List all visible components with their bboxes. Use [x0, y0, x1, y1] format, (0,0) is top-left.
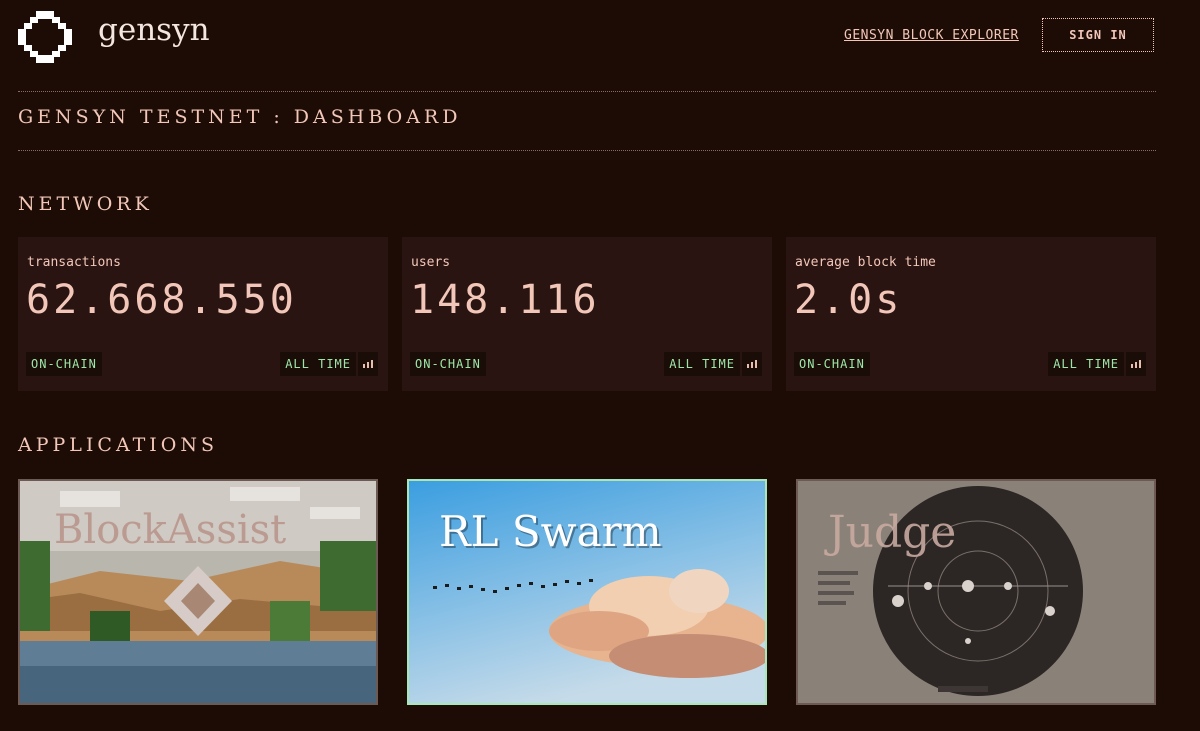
- stat-value: 62.668.550: [26, 277, 297, 323]
- range-tag[interactable]: ALL TIME: [1048, 352, 1124, 376]
- bar-chart-icon[interactable]: [1126, 352, 1146, 376]
- page-title: GENSYN TESTNET : DASHBOARD: [18, 106, 462, 128]
- app-card-judge[interactable]: Judge: [796, 479, 1156, 705]
- source-tag: ON-CHAIN: [410, 352, 486, 376]
- range-tag[interactable]: ALL TIME: [664, 352, 740, 376]
- app-card-rl-swarm[interactable]: RL Swarm: [407, 479, 767, 705]
- applications-section-title: APPLICATIONS: [18, 434, 219, 456]
- network-section-title: NETWORK: [18, 193, 153, 215]
- stat-label: users: [411, 255, 451, 270]
- stat-card-users: users 148.116 ON-CHAIN ALL TIME: [402, 237, 772, 391]
- sign-in-button[interactable]: SIGN IN: [1042, 18, 1154, 52]
- app-title: RL Swarm: [439, 507, 662, 556]
- header: gensyn GENSYN BLOCK EXPLORER SIGN IN: [0, 0, 1200, 80]
- stat-card-average-block-time: average block time 2.0s ON-CHAIN ALL TIM…: [786, 237, 1156, 391]
- stat-label: average block time: [795, 255, 936, 270]
- divider: [18, 150, 1156, 151]
- bar-chart-icon[interactable]: [358, 352, 378, 376]
- range-tag[interactable]: ALL TIME: [280, 352, 356, 376]
- source-tag: ON-CHAIN: [794, 352, 870, 376]
- source-tag: ON-CHAIN: [26, 352, 102, 376]
- stat-card-transactions: transactions 62.668.550 ON-CHAIN ALL TIM…: [18, 237, 388, 391]
- app-title: Judge: [828, 507, 957, 558]
- divider: [18, 91, 1156, 92]
- gensyn-logo-icon[interactable]: [18, 11, 72, 63]
- app-title: BlockAssist: [54, 507, 287, 553]
- stat-value: 148.116: [410, 277, 600, 323]
- block-explorer-link[interactable]: GENSYN BLOCK EXPLORER: [844, 28, 1019, 43]
- brand-wordmark[interactable]: gensyn: [98, 12, 210, 48]
- app-card-blockassist[interactable]: BlockAssist: [18, 479, 378, 705]
- stat-value: 2.0s: [794, 277, 903, 323]
- bar-chart-icon[interactable]: [742, 352, 762, 376]
- stat-label: transactions: [27, 255, 121, 270]
